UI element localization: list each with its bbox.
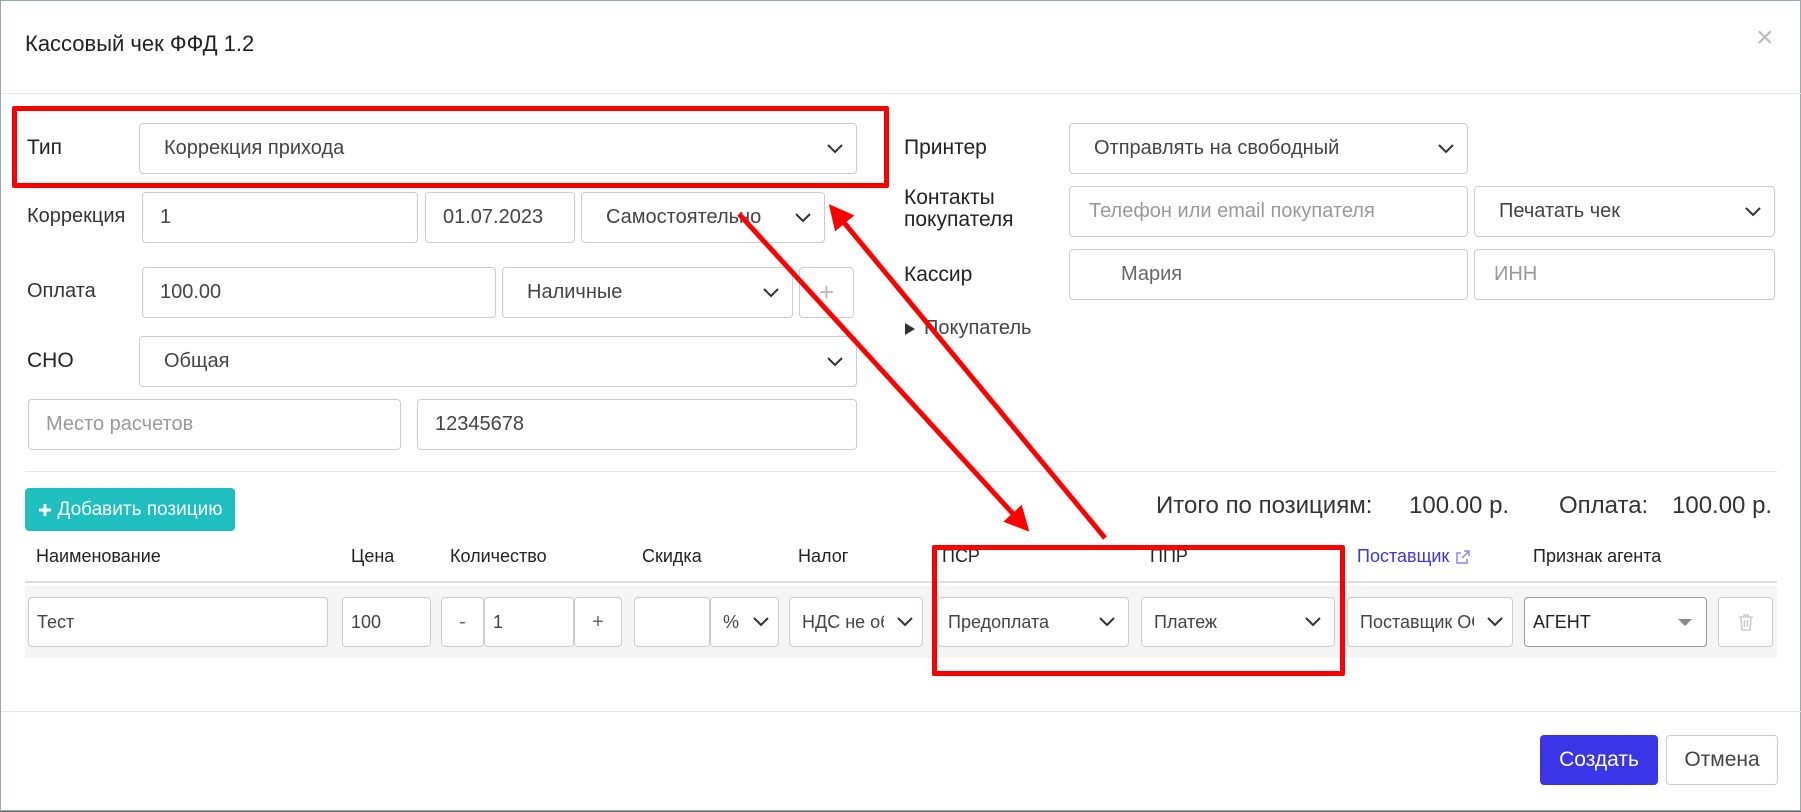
section-divider bbox=[25, 471, 1777, 472]
inn-input[interactable]: ИНН bbox=[1474, 249, 1775, 300]
chevron-down-icon bbox=[1745, 206, 1761, 216]
col-header-price: Цена bbox=[351, 546, 395, 566]
col-header-supplier-link[interactable]: Поставщик bbox=[1357, 546, 1471, 567]
contacts-label-line1: Контакты bbox=[904, 186, 995, 209]
add-position-label: Добавить позицию bbox=[57, 498, 223, 520]
correction-kind-value: Самостоятельно bbox=[606, 206, 762, 228]
chevron-down-icon bbox=[795, 212, 811, 222]
chevron-down-icon bbox=[763, 287, 779, 297]
chevron-down-icon bbox=[897, 617, 913, 627]
sno-select[interactable]: Общая bbox=[139, 336, 857, 387]
supplier-select[interactable]: Поставщик ООО bbox=[1347, 597, 1513, 647]
chevron-down-icon bbox=[827, 356, 843, 366]
col-header-tax: Налог bbox=[798, 546, 849, 566]
receipt-dialog: Кассовый чек ФФД 1.2 × Тип Коррекция при… bbox=[0, 0, 1801, 811]
create-button[interactable]: Создать bbox=[1540, 735, 1658, 785]
agent-select[interactable]: АГЕНТ bbox=[1524, 597, 1707, 647]
payment-label: Оплата bbox=[27, 280, 96, 302]
correction-label: Коррекция bbox=[27, 205, 126, 227]
payment-amount-input[interactable]: 100.00 bbox=[142, 267, 496, 318]
tax-select-value: НДС не облагается bbox=[802, 611, 884, 632]
payment-method-select[interactable]: Наличные bbox=[502, 267, 793, 318]
delete-row-button[interactable] bbox=[1718, 597, 1773, 647]
print-mode-select[interactable]: Печатать чек bbox=[1474, 186, 1775, 237]
header-divider bbox=[1, 93, 1801, 94]
triangle-right-icon bbox=[905, 322, 915, 335]
add-payment-button[interactable]: + bbox=[799, 267, 854, 318]
item-qty-input[interactable]: 1 bbox=[484, 597, 574, 647]
print-mode-value: Печатать чек bbox=[1499, 200, 1620, 222]
chevron-down-icon bbox=[1438, 143, 1454, 153]
printer-select[interactable]: Отправлять на свободный bbox=[1069, 123, 1468, 174]
buyer-contacts-input[interactable]: Телефон или email покупателя bbox=[1069, 186, 1468, 237]
payment-method-value: Наличные bbox=[527, 281, 623, 303]
col-header-discount: Скидка bbox=[642, 546, 702, 566]
col-header-qty: Количество bbox=[450, 546, 547, 566]
arrow-to-type bbox=[828, 204, 1107, 540]
contacts-label: Контакты покупателя bbox=[904, 187, 1014, 231]
item-price-input[interactable]: 100 bbox=[342, 597, 431, 647]
footer-divider bbox=[1, 711, 1801, 712]
col-header-supplier: Поставщик bbox=[1357, 546, 1450, 566]
chevron-down-icon bbox=[1487, 617, 1503, 627]
cancel-button[interactable]: Отмена bbox=[1666, 735, 1778, 785]
paid-value: 100.00 р. bbox=[1672, 492, 1773, 519]
agent-select-value: АГЕНТ bbox=[1533, 611, 1591, 632]
chevron-down-icon bbox=[753, 617, 769, 627]
item-name-input[interactable]: Тест bbox=[28, 597, 328, 647]
sno-label: СНО bbox=[27, 349, 74, 372]
trash-icon bbox=[1738, 614, 1753, 631]
caret-down-icon bbox=[1678, 619, 1692, 626]
printer-label: Принтер bbox=[904, 136, 987, 159]
annotation-box-psr-ppr bbox=[932, 545, 1345, 676]
printer-select-value: Отправлять на свободный bbox=[1094, 137, 1340, 159]
col-header-agent: Признак агента bbox=[1533, 546, 1662, 566]
close-icon[interactable]: × bbox=[1756, 23, 1774, 53]
tax-select[interactable]: НДС не облагается bbox=[789, 597, 923, 647]
buyer-toggle[interactable]: Покупатель bbox=[904, 317, 1031, 340]
cashier-label: Кассир bbox=[904, 263, 973, 286]
correction-date-input[interactable]: 01.07.2023 bbox=[425, 192, 575, 243]
discount-unit-select[interactable]: % bbox=[710, 597, 779, 647]
items-total-value: 100.00 р. bbox=[1409, 492, 1510, 519]
buyer-toggle-label: Покупатель bbox=[924, 317, 1032, 339]
col-header-name: Наименование bbox=[36, 546, 161, 566]
contacts-label-line2: покупателя bbox=[904, 208, 1014, 231]
cashier-name-input[interactable]: Мария bbox=[1069, 249, 1468, 300]
add-position-button[interactable]: Добавить позицию bbox=[25, 488, 235, 531]
discount-unit-value: % bbox=[723, 611, 740, 632]
qty-plus-button[interactable]: + bbox=[574, 597, 622, 647]
supplier-select-value: Поставщик ООО bbox=[1360, 611, 1474, 632]
correction-number-input[interactable]: 1 bbox=[142, 192, 418, 243]
table-header-divider bbox=[25, 581, 1777, 583]
external-link-icon bbox=[1456, 549, 1471, 564]
annotation-box-type bbox=[12, 106, 889, 188]
sno-select-value: Общая bbox=[164, 350, 230, 372]
qty-minus-button[interactable]: - bbox=[441, 597, 484, 647]
place-code-input[interactable]: 12345678 bbox=[417, 399, 857, 450]
items-total-label: Итого по позициям: bbox=[1156, 492, 1373, 519]
item-discount-input[interactable] bbox=[634, 597, 710, 647]
correction-kind-select[interactable]: Самостоятельно bbox=[581, 192, 825, 243]
place-of-settlement-input[interactable]: Место расчетов bbox=[28, 399, 401, 450]
dialog-title: Кассовый чек ФФД 1.2 bbox=[25, 31, 255, 56]
paid-label: Оплата: bbox=[1559, 492, 1649, 519]
plus-icon bbox=[38, 503, 51, 516]
